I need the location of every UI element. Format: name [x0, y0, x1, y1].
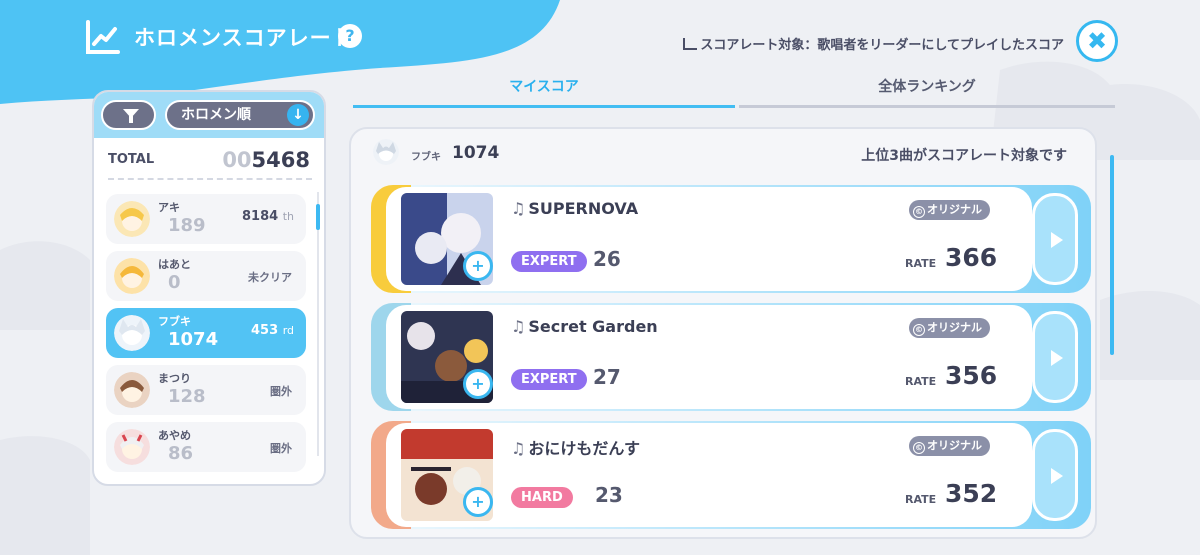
original-tag: © オリジナル — [909, 318, 990, 338]
play-button[interactable] — [1032, 193, 1078, 285]
member-rank-value: 8184 — [241, 209, 279, 224]
member-list: アキ 189 8184 th はあと 0 未クリア フブキ 1074 453 r… — [106, 194, 306, 479]
member-rank: 453 rd — [251, 323, 294, 338]
difficulty-badge: EXPERT — [511, 251, 587, 272]
member-name: はあと — [158, 258, 191, 271]
song-title: ♫ おにけもだんす — [511, 435, 640, 459]
total-score-value: 5468 — [251, 148, 310, 172]
divider — [108, 178, 312, 180]
zoom-icon[interactable]: + — [463, 487, 493, 517]
original-tag-text: オリジナル — [927, 439, 982, 452]
song-title-text: SUPERNOVA — [528, 199, 639, 218]
difficulty-badge: HARD — [511, 487, 573, 508]
sort-button[interactable]: ホロメン順 ↓ — [165, 100, 315, 130]
member-name: フブキ — [158, 315, 191, 328]
song-title-text: おにけもだんす — [528, 439, 641, 458]
total-score-padding: 00 — [222, 148, 252, 172]
total-label: TOTAL — [108, 152, 155, 167]
song-card[interactable]: + ♫ Secret Garden © オリジナル EXPERT 27 RATE 3… — [371, 303, 1091, 411]
member-item-haato[interactable]: はあと 0 未クリア — [106, 251, 306, 301]
member-list-scrollbar[interactable] — [316, 204, 320, 230]
avatar — [114, 201, 150, 237]
rate-value: 356 — [945, 361, 998, 390]
music-note-icon: ♫ — [511, 317, 526, 336]
member-item-matsuri[interactable]: まつり 128 圏外 — [106, 365, 306, 415]
zoom-icon[interactable]: + — [463, 369, 493, 399]
song-title-text: Secret Garden — [528, 317, 658, 336]
music-note-icon: ♫ — [511, 439, 526, 458]
play-button[interactable] — [1032, 429, 1078, 521]
avatar — [114, 258, 150, 294]
tab-my-score[interactable]: マイスコア — [353, 76, 735, 108]
avatar — [114, 429, 150, 465]
filter-button[interactable] — [101, 100, 156, 130]
character-name: フブキ — [411, 152, 441, 163]
avatar — [114, 315, 150, 351]
member-list-scrollbar-track — [317, 192, 319, 456]
score-panel: フブキ 1074 上位3曲がスコアレート対象です + ♫ SUPERNOVA © オ… — [349, 127, 1097, 539]
fubuki-avatar — [373, 139, 399, 165]
member-item-aki[interactable]: アキ 189 8184 th — [106, 194, 306, 244]
difficulty-level: 23 — [595, 483, 623, 507]
member-item-ayame[interactable]: あやめ 86 圏外 — [106, 422, 306, 472]
song-card[interactable]: + ♫ おにけもだんす © オリジナル HARD 23 RATE 352 — [371, 421, 1091, 529]
rate-label: RATE — [905, 257, 937, 270]
sort-direction-icon[interactable]: ↓ — [287, 104, 309, 126]
member-name: アキ — [158, 201, 180, 214]
song-title: ♫ SUPERNOVA — [511, 199, 638, 218]
play-button[interactable] — [1032, 311, 1078, 403]
chart-icon — [683, 38, 698, 50]
help-button[interactable]: ? — [338, 24, 362, 48]
member-score: 128 — [168, 386, 206, 407]
character-score: 1074 — [452, 143, 500, 163]
difficulty-badge: EXPERT — [511, 369, 587, 390]
total-score: 005468 — [222, 148, 310, 172]
member-rank-suffix: rd — [282, 324, 294, 337]
top3-note: 上位3曲がスコアレート対象です — [861, 148, 1067, 164]
page-title: ホロメンスコアレート — [134, 26, 354, 50]
avatar — [114, 372, 150, 408]
tab-overall-ranking[interactable]: 全体ランキング — [739, 76, 1115, 108]
rate-value: 366 — [945, 243, 998, 272]
song-card[interactable]: + ♫ SUPERNOVA © オリジナル EXPERT 26 RATE 366 — [371, 185, 1091, 293]
difficulty-level: 27 — [593, 365, 621, 389]
member-rank: 8184 th — [242, 209, 294, 224]
original-tag-text: オリジナル — [927, 203, 982, 216]
score-list-scrollbar[interactable] — [1110, 155, 1114, 355]
member-panel-toolbar: ホロメン順 ↓ — [94, 92, 324, 138]
close-button[interactable]: ✖ — [1076, 20, 1118, 62]
member-status: 未クリア — [248, 271, 292, 284]
member-score: 0 — [168, 272, 181, 293]
member-rank-suffix: th — [282, 210, 294, 223]
chart-trend-icon — [86, 20, 120, 54]
member-panel: ホロメン順 ↓ TOTAL 005468 アキ 189 8184 th はあと … — [92, 90, 326, 486]
score-rate-target-note: スコアレート対象：歌唱者をリーダーにしてプレイしたスコア — [683, 34, 1064, 53]
copyright-icon: © — [913, 206, 925, 218]
member-rank-value: 453 — [251, 323, 279, 338]
rate-label: RATE — [905, 375, 937, 388]
song-title: ♫ Secret Garden — [511, 317, 658, 336]
music-note-icon: ♫ — [511, 199, 526, 218]
copyright-icon: © — [913, 442, 925, 454]
header: ホロメンスコアレート ? スコアレート対象：歌唱者をリーダーにしてプレイしたスコ… — [0, 0, 1200, 80]
copyright-icon: © — [913, 324, 925, 336]
member-name: まつり — [158, 372, 191, 385]
original-tag-text: オリジナル — [927, 321, 982, 334]
member-score: 86 — [168, 443, 194, 464]
member-status: 圏外 — [270, 442, 292, 455]
member-status: 圏外 — [270, 385, 292, 398]
zoom-icon[interactable]: + — [463, 251, 493, 281]
member-score: 189 — [168, 215, 206, 236]
rate-label: RATE — [905, 493, 937, 506]
target-note-text: スコアレート対象：歌唱者をリーダーにしてプレイしたスコア — [700, 38, 1064, 53]
member-item-fubuki[interactable]: フブキ 1074 453 rd — [106, 308, 306, 358]
difficulty-level: 26 — [593, 247, 621, 271]
rate-value: 352 — [945, 479, 998, 508]
sort-label: ホロメン順 — [181, 107, 251, 123]
original-tag: © オリジナル — [909, 200, 990, 220]
original-tag: © オリジナル — [909, 436, 990, 456]
member-name: あやめ — [158, 429, 191, 442]
member-score: 1074 — [168, 329, 219, 350]
